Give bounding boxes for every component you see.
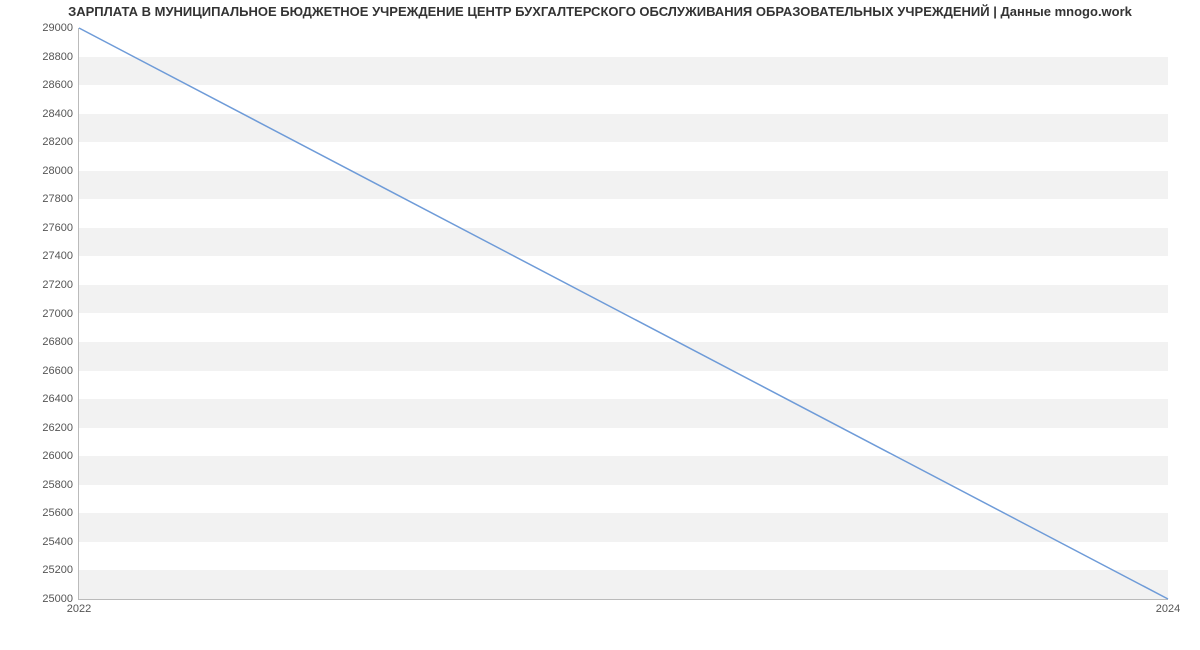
- y-tick-label: 25800: [42, 479, 73, 491]
- y-tick-label: 28200: [42, 136, 73, 148]
- y-tick-label: 28000: [42, 165, 73, 177]
- plot-area: 2500025200254002560025800260002620026400…: [78, 28, 1168, 600]
- chart-title: ЗАРПЛАТА В МУНИЦИПАЛЬНОЕ БЮДЖЕТНОЕ УЧРЕЖ…: [0, 4, 1200, 19]
- y-tick-label: 28600: [42, 79, 73, 91]
- y-tick-label: 25200: [42, 564, 73, 576]
- y-tick-label: 27000: [42, 308, 73, 320]
- y-tick-label: 27600: [42, 222, 73, 234]
- y-tick-label: 27200: [42, 279, 73, 291]
- series-line: [79, 28, 1168, 599]
- x-tick-label: 2024: [1156, 603, 1180, 615]
- y-tick-label: 28400: [42, 108, 73, 120]
- y-tick-label: 27400: [42, 250, 73, 262]
- y-tick-label: 27800: [42, 193, 73, 205]
- line-layer: [79, 28, 1168, 599]
- y-tick-label: 29000: [42, 22, 73, 34]
- line-chart: ЗАРПЛАТА В МУНИЦИПАЛЬНОЕ БЮДЖЕТНОЕ УЧРЕЖ…: [0, 0, 1200, 650]
- y-tick-label: 26600: [42, 365, 73, 377]
- y-tick-label: 25400: [42, 536, 73, 548]
- y-tick-label: 28800: [42, 51, 73, 63]
- y-tick-label: 26000: [42, 450, 73, 462]
- y-tick-label: 26200: [42, 422, 73, 434]
- y-tick-label: 26400: [42, 393, 73, 405]
- y-tick-label: 26800: [42, 336, 73, 348]
- y-tick-label: 25600: [42, 507, 73, 519]
- x-tick-label: 2022: [67, 603, 91, 615]
